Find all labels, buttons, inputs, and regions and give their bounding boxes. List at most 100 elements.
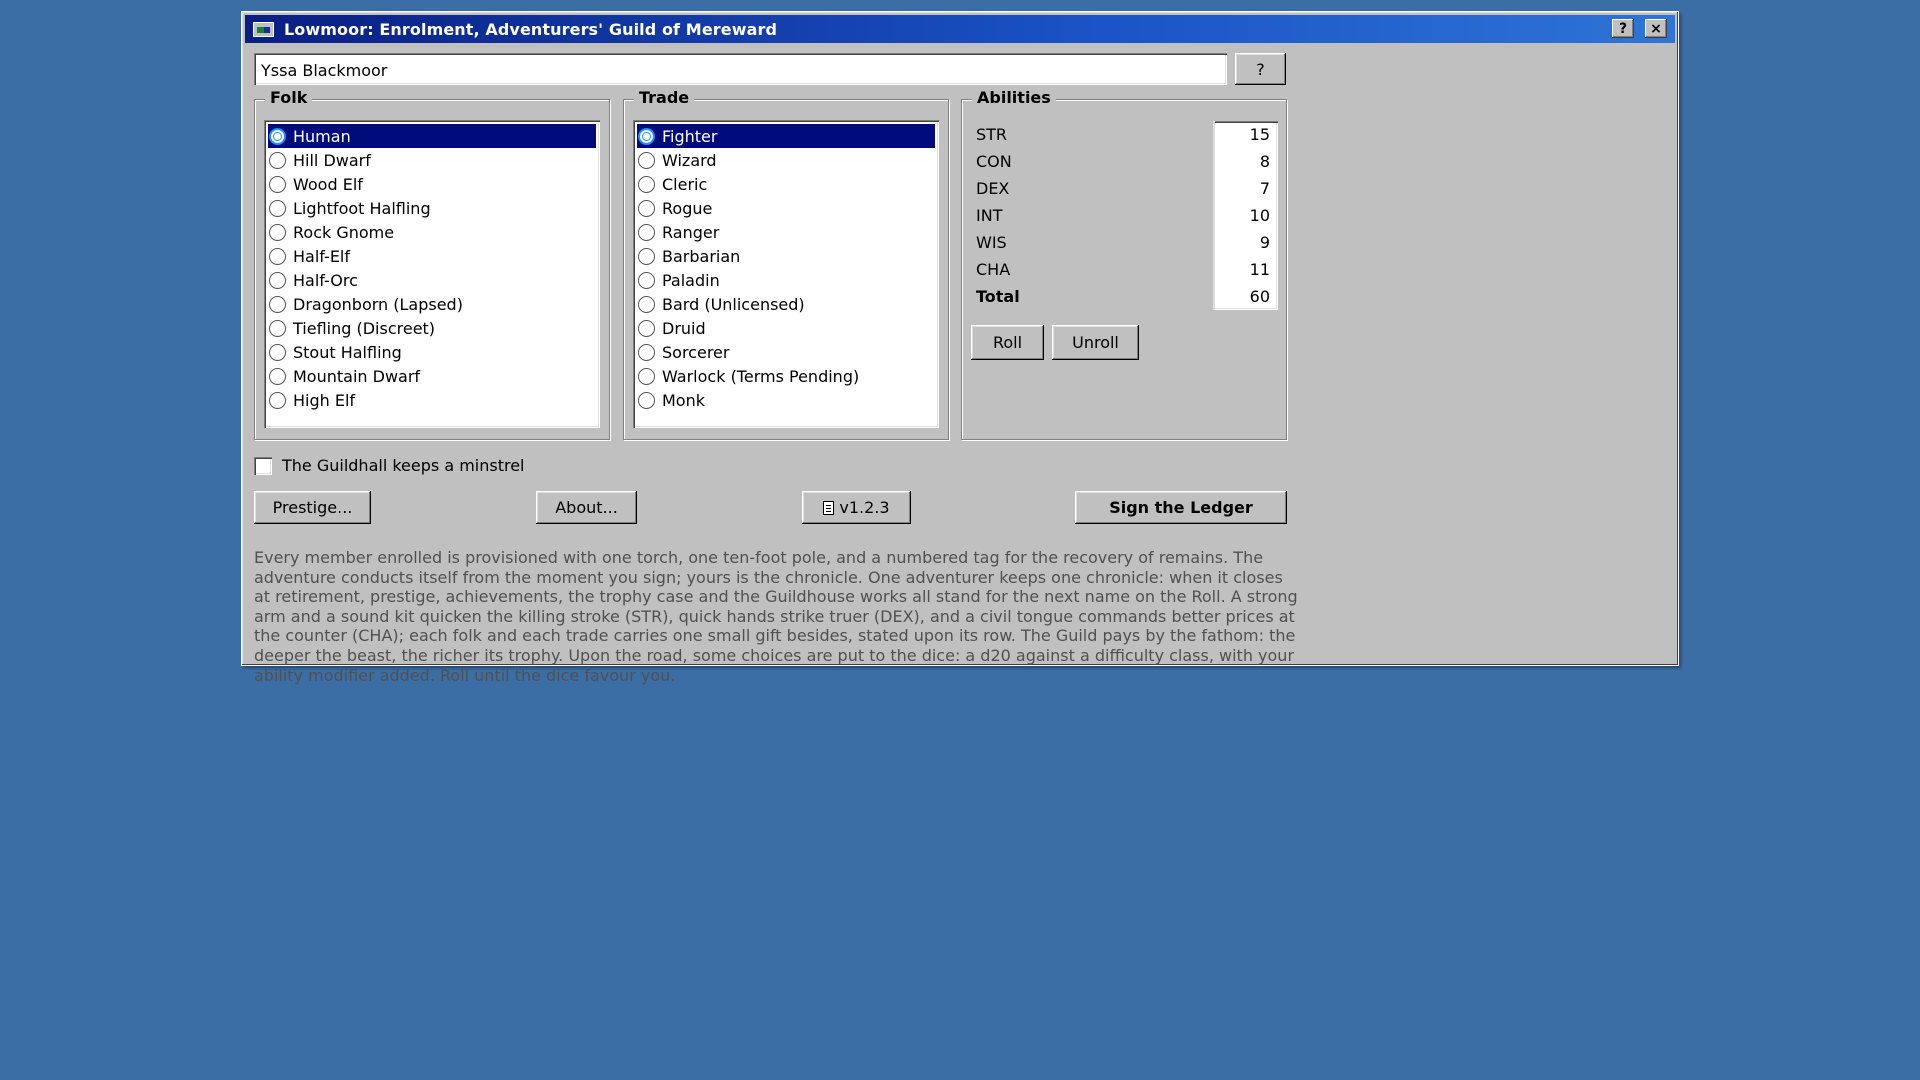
folk-option[interactable]: Mountain Dwarf [268,364,596,388]
title-bar[interactable]: Lowmoor: Enrolment, Adventurers' Guild o… [245,15,1675,43]
trade-listbox[interactable]: Fighter Wizard Cleric Rogue Ranger Barbarian P… [633,120,939,428]
trade-option[interactable]: Cleric [637,172,935,196]
adventurer-name-input[interactable] [254,53,1227,85]
trade-option[interactable]: Warlock (Terms Pending) [637,364,935,388]
ability-value: 8 [1213,148,1278,175]
trade-option-label: Sorcerer [662,342,730,362]
app-icon [253,21,274,37]
version-button[interactable]: v1.2.3 [802,491,911,524]
trade-option-label: Bard (Unlicensed) [662,294,805,314]
radio-icon[interactable] [638,271,655,289]
abilities-group-label: Abilities [972,88,1056,107]
folk-option[interactable]: Dragonborn (Lapsed) [268,292,596,316]
radio-icon[interactable] [638,391,655,409]
folk-option[interactable]: Hill Dwarf [268,148,596,172]
folk-option[interactable]: High Elf [268,388,596,412]
name-help-button[interactable]: ? [1235,53,1286,85]
ability-scores-panel: 15 8 7 10 9 11 60 [1213,121,1278,310]
radio-icon[interactable] [269,247,286,265]
trade-option[interactable]: Bard (Unlicensed) [637,292,935,316]
help-button[interactable]: ? [1612,19,1634,38]
folk-option[interactable]: Stout Halfling [268,340,596,364]
version-label: v1.2.3 [839,498,890,517]
radio-icon[interactable] [638,151,655,169]
radio-icon[interactable] [638,319,655,337]
radio-icon[interactable] [269,175,286,193]
ability-label: Total [976,287,1020,306]
trade-option-label: Cleric [662,174,708,194]
trade-option[interactable]: Wizard [637,148,935,172]
folk-option-label: Stout Halfling [293,342,402,362]
trade-option[interactable]: Druid [637,316,935,340]
folk-group: Folk Human Hill Dwarf Wood Elf Lightfoot Ha… [254,88,610,440]
radio-icon[interactable] [269,199,286,217]
trade-group: Trade Fighter Wizard Cleric Rogue Ranger Barb… [623,88,949,440]
radio-icon[interactable] [638,295,655,313]
folk-option-label: Half-Orc [293,270,358,290]
radio-icon[interactable] [638,343,655,361]
roll-button[interactable]: Roll [971,325,1044,360]
folk-option[interactable]: Wood Elf [268,172,596,196]
folk-option[interactable]: Half-Elf [268,244,596,268]
folk-option-label: Half-Elf [293,246,350,266]
radio-icon[interactable] [269,367,286,385]
radio-icon[interactable] [638,367,655,385]
trade-option[interactable]: Paladin [637,268,935,292]
radio-icon[interactable] [638,199,655,217]
radio-icon[interactable] [638,223,655,241]
about-button[interactable]: About... [536,491,637,524]
ability-label: CON [976,152,1012,171]
ability-value: 10 [1213,202,1278,229]
sign-ledger-button[interactable]: Sign the Ledger [1075,491,1287,524]
folk-option[interactable]: Tiefling (Discreet) [268,316,596,340]
ability-label: DEX [976,179,1010,198]
ability-label: STR [976,125,1008,144]
ability-value: 11 [1213,256,1278,283]
ability-value: 15 [1213,121,1278,148]
radio-icon[interactable] [269,271,286,289]
trade-option-label: Paladin [662,270,720,290]
radio-icon[interactable] [269,223,286,241]
folk-option[interactable]: Lightfoot Halfling [268,196,596,220]
radio-icon[interactable] [269,343,286,361]
folk-option-label: Hill Dwarf [293,150,371,170]
folk-option-label: Wood Elf [293,174,363,194]
ability-value: 60 [1213,283,1278,310]
folk-listbox[interactable]: Human Hill Dwarf Wood Elf Lightfoot Halflin… [264,120,600,428]
trade-option-label: Fighter [662,126,718,146]
folk-option-label: Lightfoot Halfling [293,198,431,218]
trade-option[interactable]: Sorcerer [637,340,935,364]
radio-icon[interactable] [269,151,286,169]
unroll-button[interactable]: Unroll [1052,325,1139,360]
folk-option[interactable]: Rock Gnome [268,220,596,244]
folk-group-label: Folk [265,88,313,107]
trade-option[interactable]: Fighter [637,124,935,148]
minstrel-label: The Guildhall keeps a minstrel [282,456,525,475]
radio-icon[interactable] [269,295,286,313]
radio-icon[interactable] [638,175,655,193]
enrolment-window: Lowmoor: Enrolment, Adventurers' Guild o… [241,11,1679,685]
trade-option[interactable]: Rogue [637,196,935,220]
radio-icon[interactable] [269,391,286,409]
minstrel-checkbox[interactable] [254,457,272,475]
prestige-button[interactable]: Prestige... [254,491,371,524]
radio-icon[interactable] [269,319,286,337]
trade-option-label: Monk [662,390,705,410]
radio-icon[interactable] [269,127,286,145]
ability-label: CHA [976,260,1011,279]
ability-label: INT [976,206,1003,225]
ability-value: 9 [1213,229,1278,256]
trade-option[interactable]: Monk [637,388,935,412]
folk-option[interactable]: Human [268,124,596,148]
document-icon [823,500,835,515]
trade-option[interactable]: Barbarian [637,244,935,268]
close-button[interactable]: × [1645,19,1667,38]
folk-option[interactable]: Half-Orc [268,268,596,292]
abilities-group: Abilities STR CON DEX INT WIS CHA Total 15 8 7 10… [961,88,1287,440]
radio-icon[interactable] [638,247,655,265]
trade-group-label: Trade [634,88,695,107]
radio-icon[interactable] [638,127,655,145]
ability-label: WIS [976,233,1007,252]
folk-option-label: Tiefling (Discreet) [293,318,436,338]
trade-option[interactable]: Ranger [637,220,935,244]
